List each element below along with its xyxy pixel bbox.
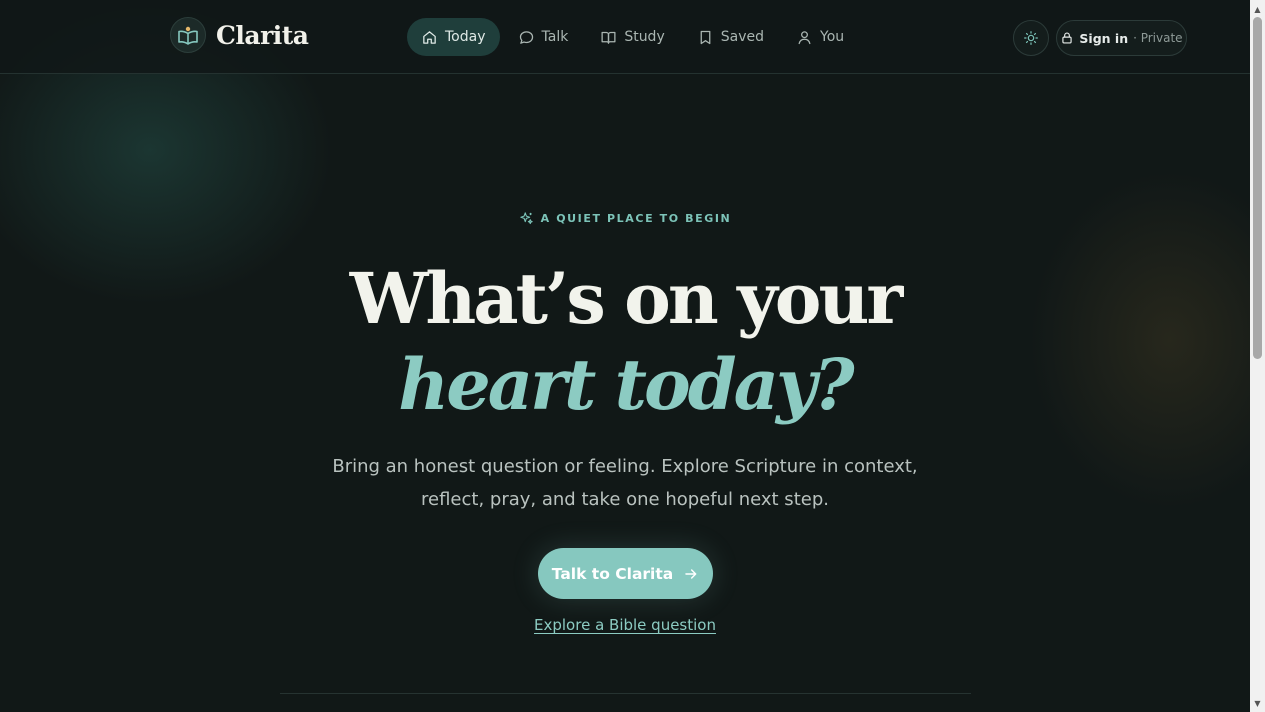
explore-bible-question-link-row: Explore a Bible question xyxy=(0,616,1250,634)
sparkle-icon xyxy=(519,212,533,225)
user-icon xyxy=(798,30,811,44)
hero-subtitle: Bring an honest question or feeling. Exp… xyxy=(325,450,925,516)
brand-logo[interactable]: Clarita xyxy=(170,17,309,53)
nav-label-study: Study xyxy=(624,29,665,45)
brand-name: Clarita xyxy=(216,20,309,50)
chat-bubble-icon xyxy=(519,30,533,44)
scroll-down-arrow-icon[interactable]: ▼ xyxy=(1250,696,1265,710)
headline-line-1: What’s on your xyxy=(349,257,903,340)
nav-item-saved[interactable]: Saved xyxy=(683,18,778,56)
hero-eyebrow: A QUIET PLACE TO BEGIN xyxy=(0,211,1250,226)
nav-item-you[interactable]: You xyxy=(782,18,858,56)
main-nav: Today Talk Study Saved You xyxy=(407,18,858,56)
talk-to-clarita-button[interactable]: Talk to Clarita xyxy=(538,548,713,599)
nav-item-today[interactable]: Today xyxy=(407,18,500,56)
arrow-right-icon xyxy=(685,568,697,579)
explore-bible-question-link[interactable]: Explore a Bible question xyxy=(534,616,716,634)
sun-icon xyxy=(1024,31,1038,45)
nav-item-talk[interactable]: Talk xyxy=(504,18,583,56)
sign-in-button[interactable]: Sign in · Private xyxy=(1056,20,1187,56)
scroll-thumb[interactable] xyxy=(1253,17,1262,359)
subtitle-line-2: reflect, pray, and take one hopeful next… xyxy=(421,489,829,510)
nav-label-you: You xyxy=(820,29,845,45)
eyebrow-text: A QUIET PLACE TO BEGIN xyxy=(540,212,732,225)
hero-headline: What’s on your heart today? xyxy=(0,256,1250,428)
headline-line-2: heart today? xyxy=(398,343,854,426)
page-scrollbar[interactable]: ▲ ▼ xyxy=(1250,0,1265,712)
sign-in-label: Sign in xyxy=(1079,30,1129,46)
subtitle-line-1: Bring an honest question or feeling. Exp… xyxy=(332,456,918,477)
theme-toggle-button[interactable] xyxy=(1013,20,1049,56)
open-book-icon xyxy=(601,31,616,44)
open-book-logo-icon xyxy=(170,17,206,53)
home-icon xyxy=(423,30,436,44)
sign-in-privacy-note: · Private xyxy=(1133,31,1183,45)
cta-label: Talk to Clarita xyxy=(551,564,674,583)
nav-label-today: Today xyxy=(445,29,486,45)
nav-label-saved: Saved xyxy=(720,29,764,45)
section-divider xyxy=(280,693,971,694)
lock-icon xyxy=(1062,32,1073,44)
top-header: Clarita Today Talk Study Saved You Sign … xyxy=(0,0,1250,74)
scroll-up-arrow-icon[interactable]: ▲ xyxy=(1250,2,1265,16)
nav-item-study[interactable]: Study xyxy=(586,18,678,56)
page: Clarita Today Talk Study Saved You Sign … xyxy=(0,0,1250,712)
bookmark-icon xyxy=(700,30,711,44)
nav-label-talk: Talk xyxy=(541,29,569,45)
